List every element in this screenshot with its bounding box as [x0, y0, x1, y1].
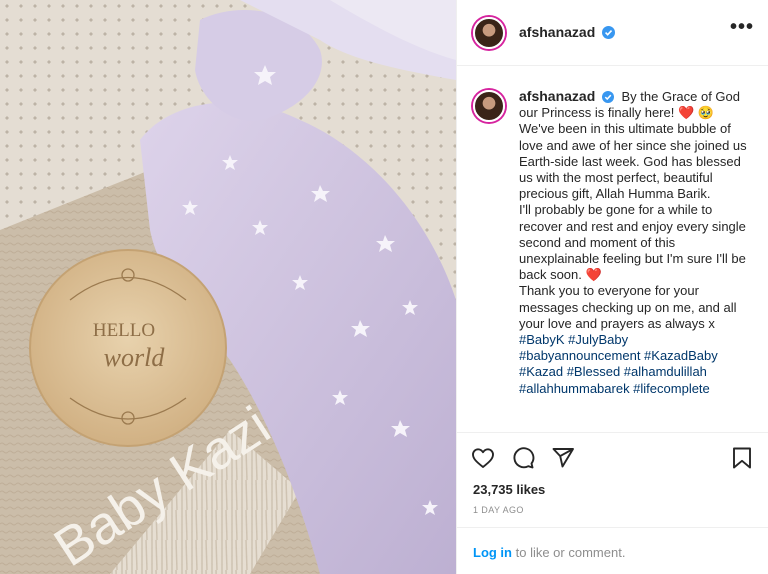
hello-world-disc: HELLO world — [29, 249, 227, 447]
caption-text: afshanazad By the Grace of God our Princ… — [519, 88, 751, 397]
share-icon[interactable] — [549, 444, 577, 472]
comment-footer: Log in to like or comment. — [457, 527, 768, 574]
caption-avatar[interactable] — [473, 90, 505, 122]
post-timestamp[interactable]: 1 DAY AGO — [473, 505, 524, 515]
caption-paragraph-4: Thank you to everyone for your messages … — [519, 283, 737, 331]
heart-emoji: ❤️ — [585, 267, 602, 283]
caption-paragraph-3: I'll probably be gone for a while to rec… — [519, 202, 746, 283]
post-actions: 23,735 likes 1 DAY AGO — [457, 432, 768, 542]
caption-section: afshanazad By the Grace of God our Princ… — [457, 66, 768, 432]
caption-paragraph-2: We've been in this ultimate bubble of lo… — [519, 121, 747, 202]
photo-illustration: HELLO world Baby Kazi — [0, 0, 456, 574]
login-link[interactable]: Log in — [473, 545, 512, 560]
disc-text-world: world — [104, 343, 166, 372]
login-prompt: Log in to like or comment. — [473, 545, 625, 560]
login-prompt-text: to like or comment. — [512, 545, 626, 560]
heart-emoji: ❤️ 🥹 — [677, 105, 714, 121]
bookmark-icon[interactable] — [728, 444, 756, 472]
username-text[interactable]: afshanazad — [519, 24, 595, 40]
likes-count[interactable]: 23,735 likes — [473, 482, 545, 497]
post-photo[interactable]: HELLO world Baby Kazi — [0, 0, 456, 574]
heart-icon[interactable] — [469, 444, 497, 472]
more-options-icon[interactable]: ••• — [730, 16, 754, 39]
disc-text-hello: HELLO — [93, 320, 155, 341]
comment-icon[interactable] — [509, 444, 537, 472]
post-detail-panel: afshanazad ••• afshanazad By the Grace o… — [456, 0, 768, 574]
post-header: afshanazad ••• — [457, 0, 768, 66]
verified-badge-icon — [601, 91, 614, 103]
avatar[interactable] — [473, 17, 505, 49]
caption-username[interactable]: afshanazad — [519, 88, 595, 104]
verified-badge-icon — [602, 26, 616, 39]
caption-hashtags[interactable]: #BabyK #JulyBaby #babyannouncement #Kaza… — [519, 332, 751, 397]
header-username[interactable]: afshanazad — [519, 24, 616, 40]
